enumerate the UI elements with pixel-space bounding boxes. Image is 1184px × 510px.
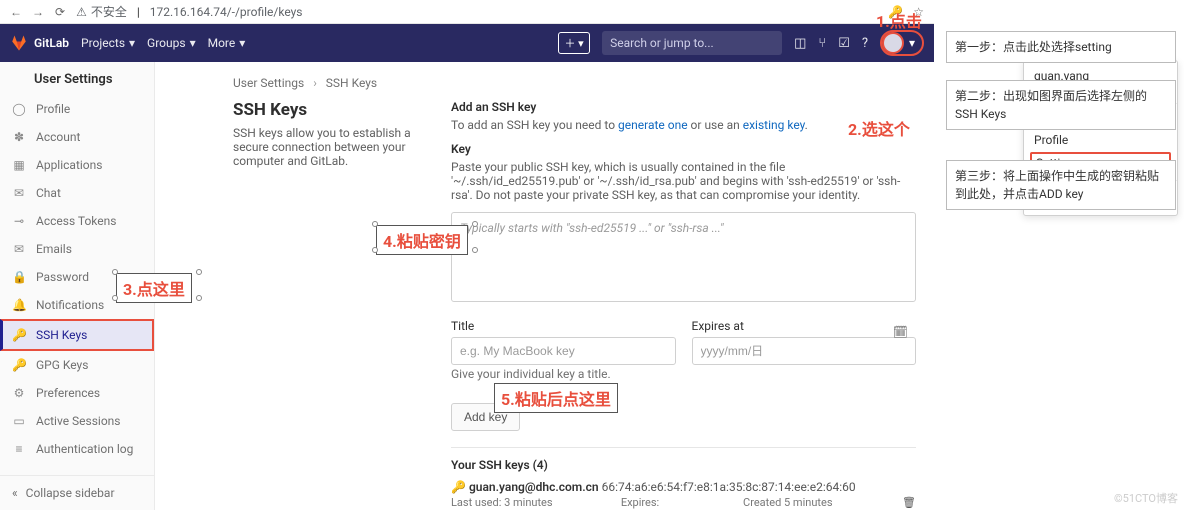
log-icon: ≡ (12, 442, 26, 456)
profile-icon: ◯ (12, 102, 26, 116)
key-icon: 🔑 (12, 328, 26, 342)
reload-icon[interactable]: ⟳ (54, 4, 66, 20)
new-button[interactable]: ＋ ▾ (558, 32, 590, 54)
selection-handle (472, 221, 478, 227)
chevron-down-icon: ▾ (904, 36, 920, 50)
bell-icon: 🔔 (12, 298, 26, 312)
insecure-badge: ⚠ 不安全 (76, 3, 127, 20)
main-content: User Settings › SSH Keys SSH Keys SSH ke… (155, 62, 934, 510)
watermark: ©51CTO博客 (1114, 490, 1178, 506)
lock-icon: 🔒 (12, 270, 26, 284)
step2-box: 第二步：出现如图界面后选择左侧的SSH Keys (946, 80, 1176, 130)
warning-icon: ⚠ (76, 5, 87, 19)
issues-icon[interactable]: ◫ (794, 36, 806, 51)
sidebar-item-account[interactable]: ✽Account (0, 123, 154, 151)
dropdown-profile[interactable]: Profile (1034, 130, 1167, 150)
email-icon: ✉ (12, 242, 26, 256)
selection-handle (112, 269, 118, 275)
annotation-4: 4.粘贴密钥 (376, 225, 468, 255)
expires-input[interactable] (692, 337, 917, 365)
help-icon[interactable]: ? (862, 36, 868, 51)
menu-projects[interactable]: Projects▾ (81, 36, 135, 50)
chevron-down-icon: ▾ (239, 36, 245, 50)
calendar-icon[interactable]: 🗓 (893, 325, 908, 339)
chat-icon: ✉ (12, 186, 26, 200)
address-bar[interactable]: 172.16.164.74/-/profile/keys (150, 5, 303, 19)
selection-handle (196, 269, 202, 275)
breadcrumb-ssh-keys: SSH Keys (326, 76, 377, 90)
account-icon: ✽ (12, 130, 26, 144)
sidebar-item-preferences[interactable]: ⚙Preferences (0, 379, 154, 407)
chevron-down-icon: ▾ (190, 36, 196, 50)
session-icon: ▭ (12, 414, 26, 428)
selection-handle (112, 295, 118, 301)
annotation-1: 1.点击 (870, 6, 928, 34)
key-fingerprint-row: 🔑 guan.yang@dhc.com.cn 66:74:a6:e6:54:f7… (451, 480, 916, 494)
chevron-down-icon: ▾ (129, 36, 135, 50)
sidebar-item-emails[interactable]: ✉Emails (0, 235, 154, 263)
key-help: Paste your public SSH key, which is usua… (451, 160, 916, 202)
generate-one-link[interactable]: generate one (618, 118, 688, 132)
annotation-5: 5.粘贴后点这里 (494, 383, 618, 413)
your-keys-heading: Your SSH keys (4) (451, 458, 916, 472)
user-avatar-icon (882, 32, 904, 54)
add-key-heading: Add an SSH key (451, 100, 916, 114)
back-icon[interactable]: ← (10, 5, 22, 19)
search-input[interactable]: Search or jump to... (602, 31, 782, 55)
sidebar-item-ssh-keys[interactable]: 🔑SSH Keys (0, 319, 154, 351)
title-input[interactable] (451, 337, 676, 365)
annotation-3: 3.点这里 (116, 273, 192, 303)
expires-label: Expires at (692, 319, 917, 333)
trash-icon[interactable]: 🗑 (902, 496, 916, 510)
collapse-sidebar[interactable]: «Collapse sidebar (0, 475, 154, 510)
title-hint: Give your individual key a title. (451, 367, 676, 381)
sidebar-item-access-tokens[interactable]: ⊸Access Tokens (0, 207, 154, 235)
sidebar-item-auth-log[interactable]: ≡Authentication log (0, 435, 154, 463)
key-expires: Expires: Never (621, 496, 683, 510)
selection-handle (372, 247, 378, 253)
sidebar-item-chat[interactable]: ✉Chat (0, 179, 154, 207)
preferences-icon: ⚙ (12, 386, 26, 400)
sidebar-item-gpg-keys[interactable]: 🔑GPG Keys (0, 351, 154, 379)
selection-handle (196, 295, 202, 301)
brand-text: GitLab (34, 36, 69, 50)
menu-groups[interactable]: Groups▾ (147, 36, 196, 50)
step3-box: 第三步：将上面操作中生成的密钥粘贴到此处，并点击ADD key (946, 160, 1176, 210)
gitlab-logo[interactable]: GitLab (10, 34, 69, 52)
insecure-label: 不安全 (91, 3, 127, 20)
forward-icon[interactable]: → (32, 5, 44, 19)
sidebar-item-profile[interactable]: ◯Profile (0, 95, 154, 123)
sidebar-item-applications[interactable]: ▦Applications (0, 151, 154, 179)
title-label: Title (451, 319, 676, 333)
gitlab-topbar: GitLab Projects▾ Groups▾ More▾ ＋ ▾ Searc… (0, 24, 934, 62)
step1-box: 第一步：点击此处选择setting (946, 31, 1176, 63)
annotation-2: 2.选这个 (842, 114, 916, 142)
key-created: Created 5 minutes ago (743, 496, 842, 510)
breadcrumb: User Settings › SSH Keys (233, 76, 916, 90)
page-intro: SSH keys allow you to establish a secure… (233, 126, 423, 168)
page-title: SSH Keys (233, 100, 423, 120)
gitlab-fox-icon (10, 34, 28, 52)
merge-requests-icon[interactable]: ⑂ (818, 36, 826, 51)
key-last-used: Last used: 3 minutes ago (451, 496, 561, 510)
existing-key-link[interactable]: existing key (743, 118, 805, 132)
token-icon: ⊸ (12, 214, 26, 228)
apps-icon: ▦ (12, 158, 26, 172)
menu-more[interactable]: More▾ (208, 36, 246, 50)
key-label: Key (451, 142, 916, 156)
sidebar-item-active-sessions[interactable]: ▭Active Sessions (0, 407, 154, 435)
key-icon: 🔑 (12, 358, 26, 372)
chevrons-left-icon: « (12, 486, 18, 500)
sidebar-title: User Settings (0, 62, 154, 95)
browser-chrome: ← → ⟳ ⚠ 不安全 | 172.16.164.74/-/profile/ke… (0, 0, 934, 24)
breadcrumb-user-settings[interactable]: User Settings (233, 76, 304, 90)
key-icon: 🔑 (451, 480, 466, 494)
selection-handle (372, 221, 378, 227)
selection-handle (472, 247, 478, 253)
todos-icon[interactable]: ☑ (838, 36, 850, 51)
key-meta-row: Last used: 3 minutes ago Expires: Never … (451, 496, 916, 510)
key-textarea[interactable] (451, 212, 916, 302)
